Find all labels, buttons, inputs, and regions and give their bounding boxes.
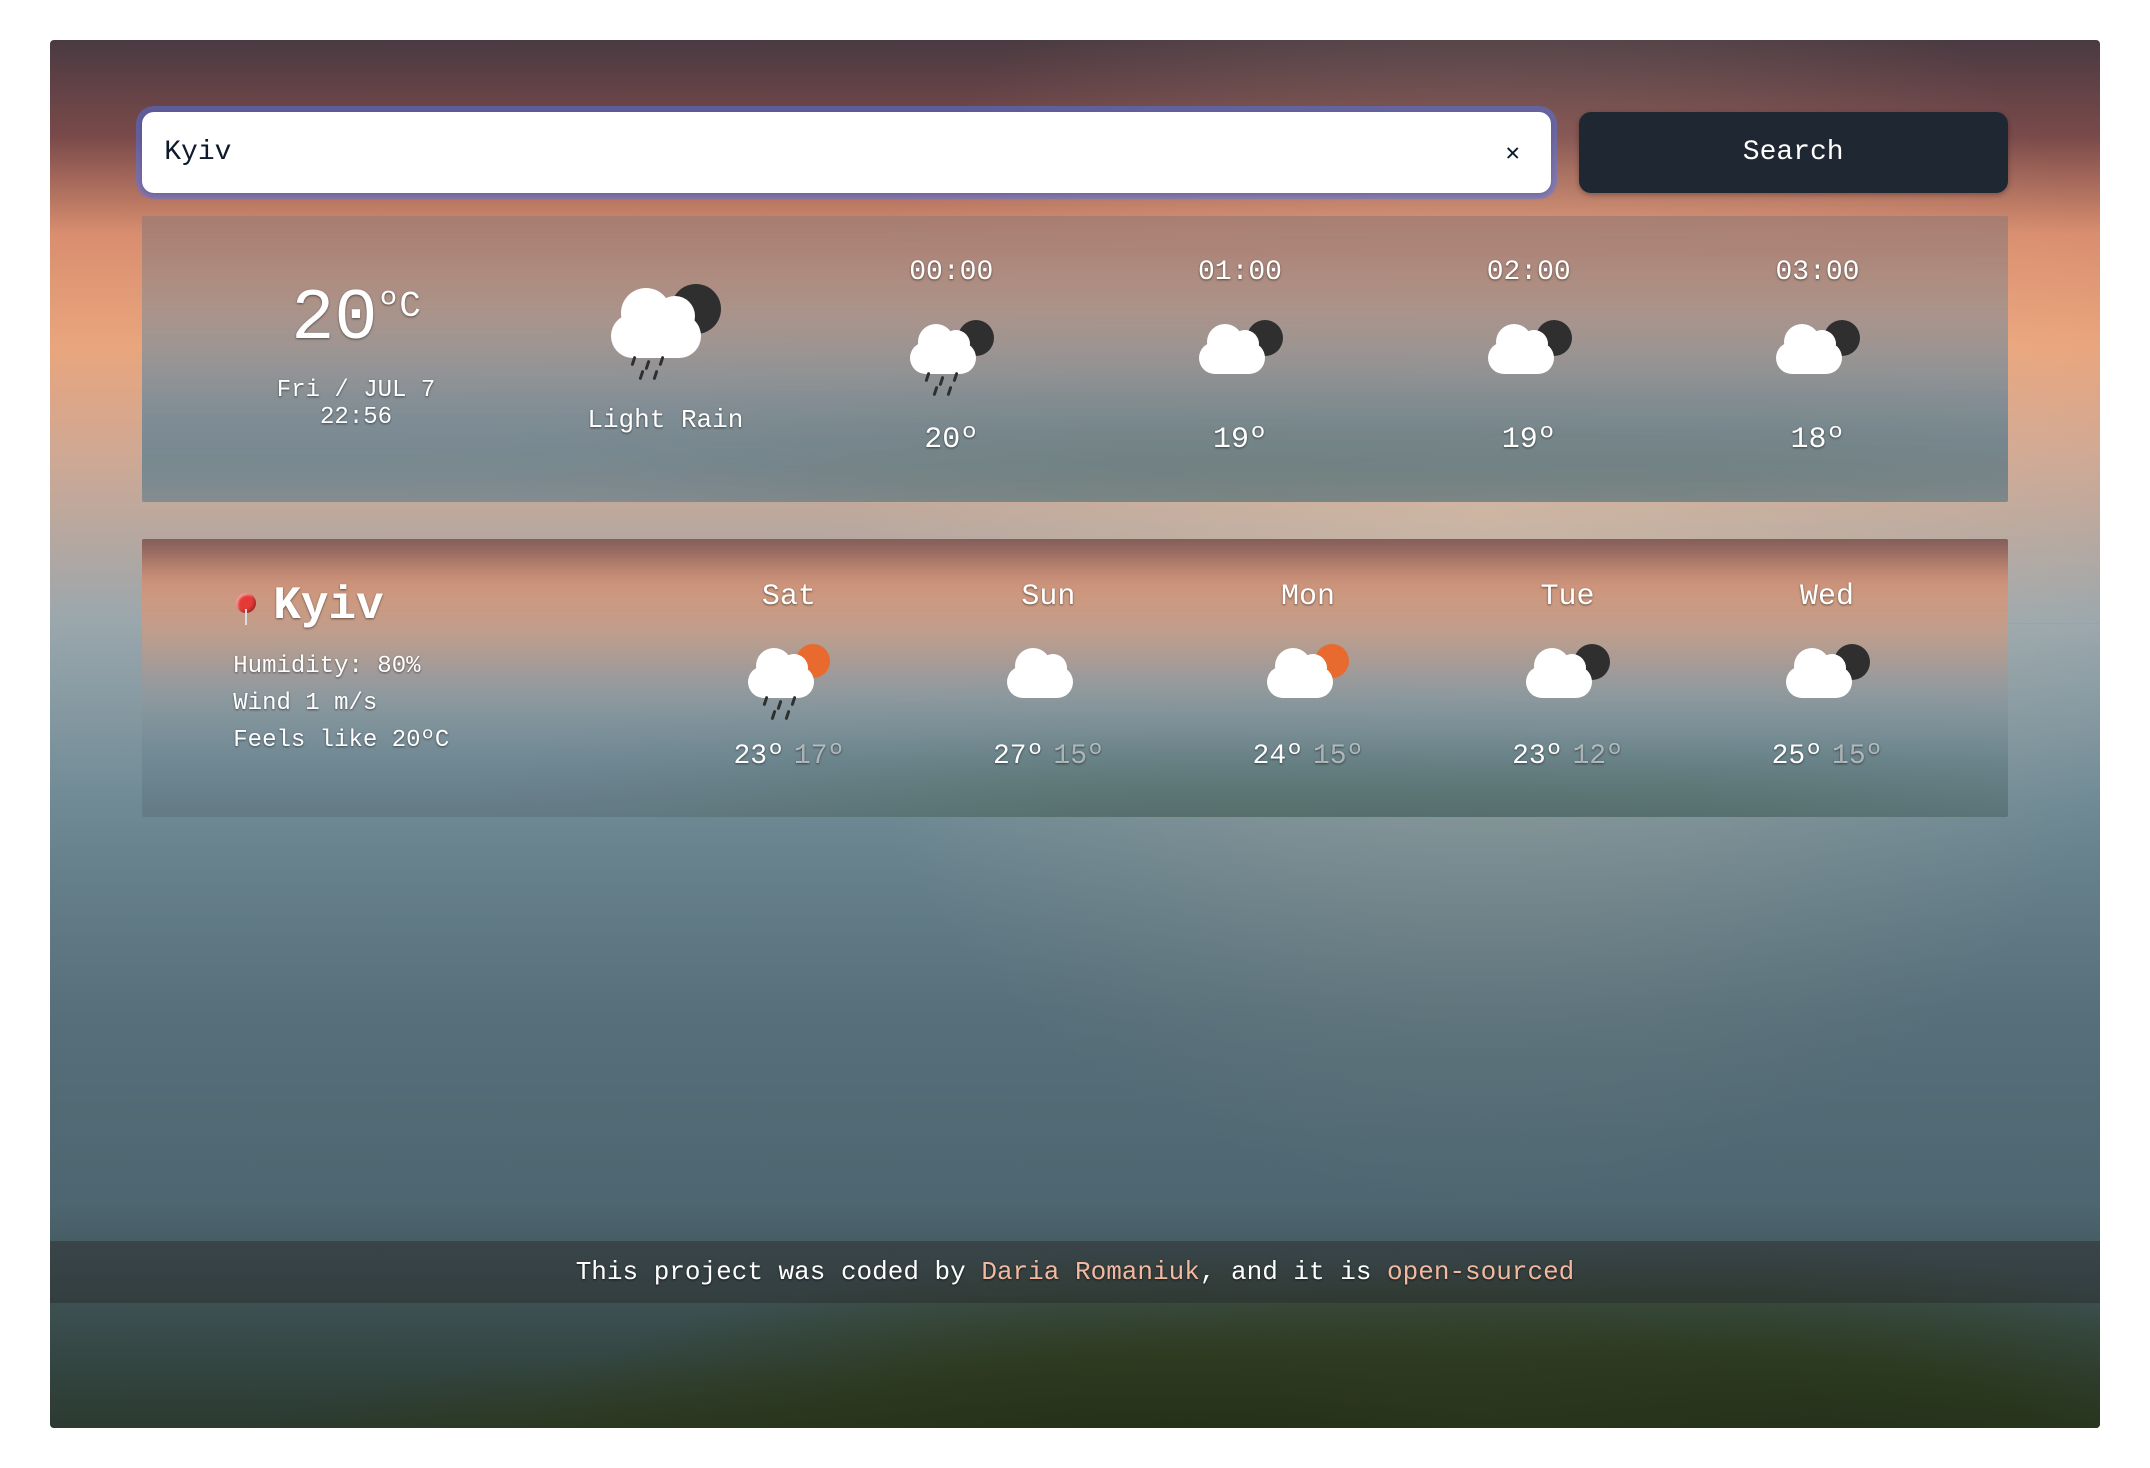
city-block: Kyiv Humidity: 80% Wind 1 m/s Feels like…: [198, 580, 654, 760]
wind-label: Wind: [233, 690, 291, 717]
hour-temp: 18º: [1683, 423, 1952, 457]
weather-icon-day: [1522, 638, 1612, 714]
current-hourly-panel: 20ºC Fri / JUL 7 22:56 Light Rain 00:00 …: [142, 216, 2008, 502]
day-slot-1: Sun 27º 15º: [924, 580, 1174, 772]
day-name: Sat: [664, 580, 914, 614]
day-hi: 25º: [1772, 741, 1822, 772]
search-button[interactable]: Search: [1579, 112, 2008, 194]
feels-label: Feels like: [233, 727, 377, 754]
hour-time: 01:00: [1106, 257, 1375, 288]
weather-icon-hour: [1195, 314, 1285, 390]
day-hi: 23º: [733, 741, 783, 772]
day-lo: 15º: [1313, 741, 1363, 772]
day-name: Wed: [1702, 580, 1952, 614]
current-date: Fri / JUL 7: [198, 377, 514, 404]
current-time: 22:56: [198, 404, 514, 431]
weather-icon-day: [744, 638, 834, 714]
content-container: ✕ Search 20ºC Fri / JUL 7 22:56: [50, 40, 2100, 1428]
hour-temp: 20º: [817, 423, 1086, 457]
weather-icon-day: [1782, 638, 1872, 714]
day-slot-2: Mon 24º 15º: [1183, 580, 1433, 772]
day-lo: 15º: [1053, 741, 1103, 772]
hour-time: 02:00: [1394, 257, 1663, 288]
feels-value: 20ºC: [392, 727, 450, 754]
day-hi: 27º: [993, 741, 1043, 772]
day-lo: 12º: [1572, 741, 1622, 772]
humidity-value: 80%: [377, 653, 420, 680]
weather-icon-day: [1263, 638, 1353, 714]
hour-temp: 19º: [1394, 423, 1663, 457]
day-name: Tue: [1443, 580, 1693, 614]
weather-icon-hour: [906, 314, 996, 390]
current-temp-unit: ºC: [378, 286, 421, 327]
footer: This project was coded by Daria Romaniuk…: [50, 1241, 2100, 1303]
hour-temp: 19º: [1106, 423, 1375, 457]
weather-icon-hour: [1772, 314, 1862, 390]
footer-text-2: , and it is: [1200, 1257, 1387, 1287]
city-meta: Humidity: 80% Wind 1 m/s Feels like 20ºC: [233, 648, 654, 760]
search-input[interactable]: [164, 137, 1496, 168]
current-temp: 20ºC: [198, 283, 514, 355]
clear-icon[interactable]: ✕: [1497, 137, 1529, 169]
footer-text-1: This project was coded by: [576, 1257, 982, 1287]
wind-value: 1 m/s: [305, 690, 377, 717]
weather-icon-hour: [1484, 314, 1574, 390]
footer-source-link[interactable]: open-sourced: [1387, 1257, 1574, 1287]
day-name: Sun: [924, 580, 1174, 614]
hour-time: 03:00: [1683, 257, 1952, 288]
hour-slot-0: 00:00 20º: [817, 257, 1086, 457]
search-row: ✕ Search: [142, 112, 2008, 194]
day-slot-4: Wed 25º 15º: [1702, 580, 1952, 772]
current-condition-block: Light Rain: [534, 278, 797, 435]
footer-author-link[interactable]: Daria Romaniuk: [981, 1257, 1199, 1287]
weather-icon-current: [605, 278, 725, 378]
weather-icon-day: [1003, 638, 1093, 714]
app-scene: ✕ Search 20ºC Fri / JUL 7 22:56: [50, 40, 2100, 1428]
hour-slot-3: 03:00 18º: [1683, 257, 1952, 457]
current-temp-value: 20: [291, 278, 377, 360]
hour-slot-2: 02:00 19º: [1394, 257, 1663, 457]
hour-time: 00:00: [817, 257, 1086, 288]
city-name: Kyiv: [273, 580, 383, 632]
hour-slot-1: 01:00 19º: [1106, 257, 1375, 457]
search-field-wrap: ✕: [142, 112, 1550, 194]
day-name: Mon: [1183, 580, 1433, 614]
current-temp-block: 20ºC Fri / JUL 7 22:56: [198, 283, 514, 431]
day-lo: 15º: [1832, 741, 1882, 772]
current-condition-label: Light Rain: [534, 405, 797, 435]
pin-icon: [233, 593, 259, 619]
day-hi: 23º: [1512, 741, 1562, 772]
day-hi: 24º: [1253, 741, 1303, 772]
day-slot-0: Sat 23º 17º: [664, 580, 914, 772]
humidity-label: Humidity:: [233, 653, 363, 680]
daily-panel: Kyiv Humidity: 80% Wind 1 m/s Feels like…: [142, 539, 2008, 817]
day-slot-3: Tue 23º 12º: [1443, 580, 1693, 772]
day-lo: 17º: [794, 741, 844, 772]
